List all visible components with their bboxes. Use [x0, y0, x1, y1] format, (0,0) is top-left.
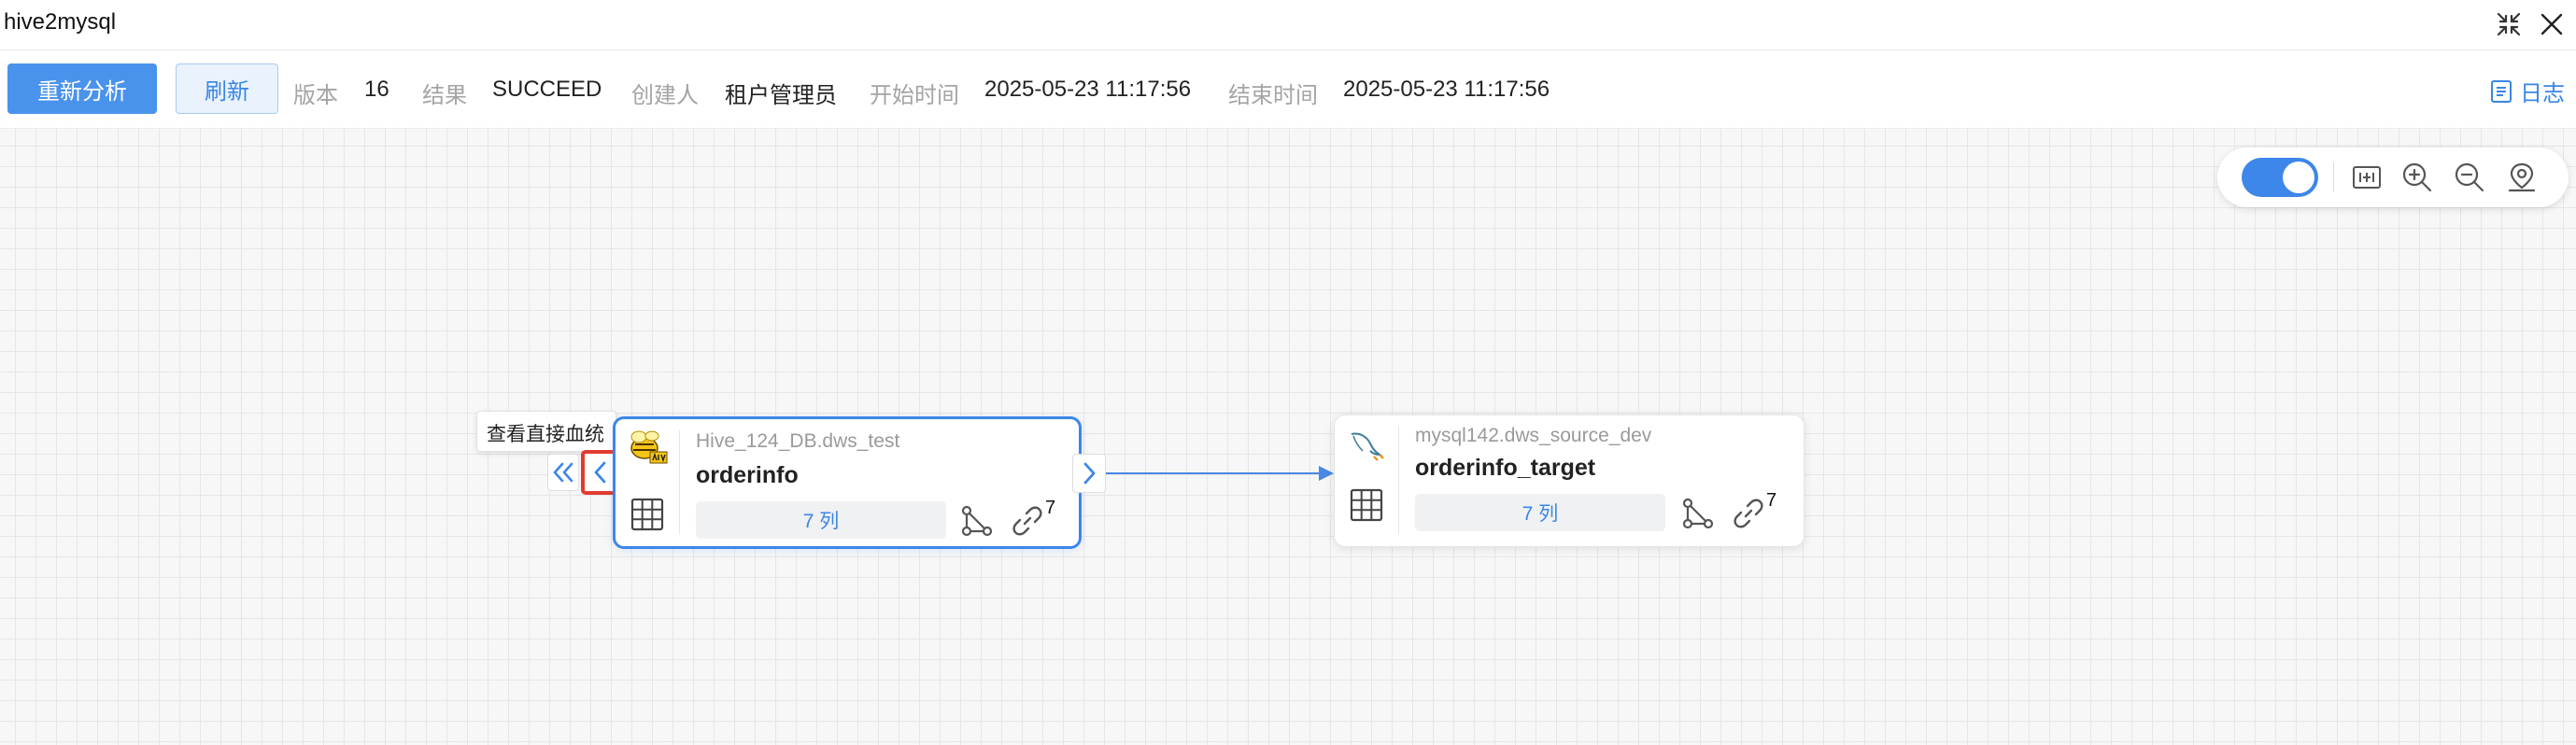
end-time-label: 结束时间: [1228, 83, 1318, 108]
relation-link-icon[interactable]: [1010, 503, 1045, 539]
lineage-node-mysql[interactable]: mysql142.dws_source_dev orderinfo_target…: [1334, 415, 1805, 547]
canvas-controls: [2217, 148, 2569, 207]
lineage-window: hive2mysql 重新分析 刷新 版本 16 结果 SUCCEED 创建人 …: [0, 0, 2576, 745]
node-db-name: mysql142.dws_source_dev: [1415, 425, 1652, 446]
fit-view-button[interactable]: [2350, 161, 2384, 194]
end-time-value-wrap: 2025-05-23 11:17:56: [1343, 77, 1550, 103]
node-table-name: orderinfo: [696, 462, 799, 488]
node-db-name: Hive_124_DB.dws_test: [696, 430, 900, 452]
relation-count: 7: [1045, 498, 1056, 518]
result-field: 结果: [422, 77, 467, 109]
relation-count: 7: [1766, 490, 1777, 511]
refresh-button[interactable]: 刷新: [176, 63, 278, 114]
chevron-right-icon: [1083, 462, 1096, 485]
view-toggle[interactable]: [2242, 158, 2318, 197]
version-value-wrap: 16: [364, 77, 389, 103]
start-time-label: 开始时间: [870, 83, 959, 108]
end-time-value: 2025-05-23 11:17:56: [1343, 77, 1550, 102]
close-icon: [2541, 13, 2563, 35]
document-icon: [2491, 79, 2512, 103]
locate-icon: [2508, 162, 2536, 192]
node-table-name: orderinfo_target: [1415, 455, 1596, 481]
creator-label: 创建人: [631, 83, 699, 108]
expand-all-upstream-button[interactable]: [547, 454, 579, 491]
zoom-in-button[interactable]: [2400, 161, 2434, 194]
columns-button[interactable]: 7 列: [1415, 494, 1665, 531]
window-title: hive2mysql: [4, 9, 117, 35]
locate-button[interactable]: [2505, 161, 2539, 194]
zoom-out-button[interactable]: [2453, 161, 2486, 194]
lineage-edge: [1106, 466, 1334, 481]
start-time-value-wrap: 2025-05-23 11:17:56: [984, 77, 1191, 103]
table-grid-icon: [629, 496, 666, 533]
expand-direct-downstream-button[interactable]: [1072, 454, 1106, 493]
lineage-canvas[interactable]: 查看直接血统 Hive_124_DB.dws_test orderinfo 7 …: [0, 129, 2576, 745]
lineage-graph-icon[interactable]: [959, 503, 995, 539]
node-divider: [679, 430, 680, 535]
toolbar: 重新分析 刷新 版本 16 结果 SUCCEED 创建人 租户管理员 开始时间 …: [0, 50, 2576, 129]
end-time-field: 结束时间: [1228, 77, 1318, 109]
hive-bee-icon: [625, 427, 670, 468]
collapse-icon: [2497, 12, 2521, 36]
table-grid-icon: [1348, 486, 1385, 524]
result-value: SUCCEED: [492, 77, 602, 102]
fit-view-icon: [2353, 166, 2381, 189]
log-button[interactable]: 日志: [2490, 75, 2565, 107]
creator-value: 租户管理员: [725, 83, 837, 108]
lineage-graph-icon[interactable]: [1680, 496, 1716, 531]
title-bar: hive2mysql: [0, 0, 2576, 50]
log-label: 日志: [2520, 81, 2565, 106]
result-label: 结果: [422, 83, 467, 108]
result-value-wrap: SUCCEED: [492, 77, 602, 103]
zoom-out-icon: [2455, 162, 2484, 192]
creator-field: 创建人: [631, 77, 699, 109]
collapse-button[interactable]: [2490, 6, 2527, 43]
toggle-knob: [2283, 162, 2314, 193]
version-field: 版本: [293, 77, 338, 109]
columns-button[interactable]: 7 列: [696, 501, 946, 539]
start-time-value: 2025-05-23 11:17:56: [984, 77, 1192, 102]
relation-link-icon[interactable]: [1731, 496, 1766, 531]
node-divider: [1398, 427, 1399, 535]
lineage-tooltip: 查看直接血统: [476, 411, 616, 452]
start-time-field: 开始时间: [870, 77, 959, 109]
reanalyze-button[interactable]: 重新分析: [7, 63, 157, 114]
mysql-dolphin-icon: [1344, 425, 1389, 466]
close-button[interactable]: [2533, 6, 2570, 43]
version-label: 版本: [293, 83, 338, 108]
controls-divider: [2333, 162, 2334, 192]
zoom-in-icon: [2402, 162, 2432, 192]
chevron-left-icon: [594, 461, 606, 484]
version-value: 16: [364, 77, 389, 102]
creator-value-wrap: 租户管理员: [725, 77, 837, 109]
lineage-node-hive[interactable]: Hive_124_DB.dws_test orderinfo 7 列 7: [613, 416, 1082, 549]
double-chevron-left-icon: [553, 462, 573, 483]
